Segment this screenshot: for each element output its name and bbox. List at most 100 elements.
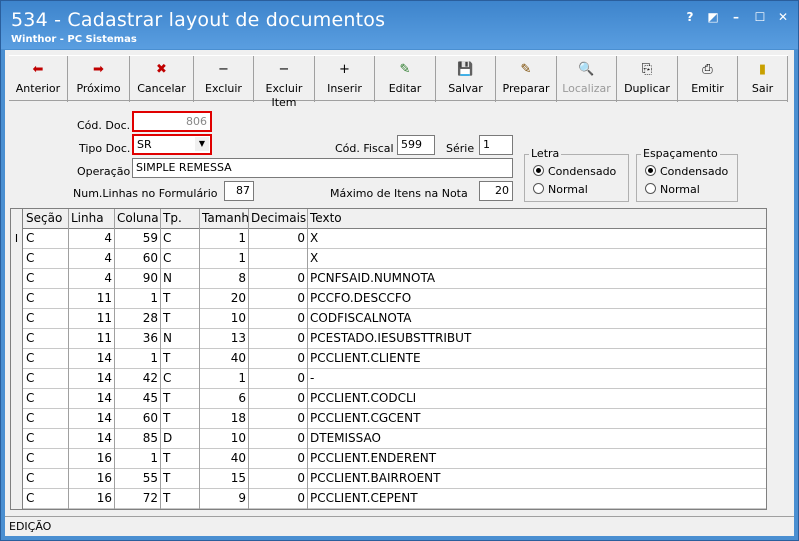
table-cell[interactable]: N bbox=[161, 269, 200, 289]
cod-doc-field[interactable]: 806 bbox=[132, 111, 212, 132]
emitir-button[interactable]: ⎙ Emitir bbox=[678, 56, 738, 102]
table-cell[interactable]: PCCLIENT.ENDERENT bbox=[308, 449, 766, 469]
table-cell[interactable]: C bbox=[24, 369, 69, 389]
table-cell[interactable] bbox=[249, 249, 308, 269]
table-cell[interactable]: T bbox=[161, 349, 200, 369]
table-row[interactable]: C 16 72 T 9 0 PCCLIENT.CEPENT bbox=[11, 489, 766, 509]
table-cell[interactable]: 14 bbox=[69, 409, 115, 429]
table-row[interactable]: C 4 60 C 1 X bbox=[11, 249, 766, 269]
espacamento-normal-radio[interactable]: Normal bbox=[645, 183, 700, 196]
table-cell[interactable]: PCCLIENT.CODCLI bbox=[308, 389, 766, 409]
table-cell[interactable]: 10 bbox=[200, 429, 249, 449]
table-cell[interactable]: 16 bbox=[69, 469, 115, 489]
table-row[interactable]: C 16 55 T 15 0 PCCLIENT.BAIRROENT bbox=[11, 469, 766, 489]
column-header[interactable]: Tp. bbox=[161, 209, 200, 229]
cancelar-button[interactable]: ✖ Cancelar bbox=[130, 56, 194, 102]
table-cell[interactable]: 42 bbox=[115, 369, 161, 389]
table-cell[interactable]: DTEMISSAO bbox=[308, 429, 766, 449]
table-cell[interactable]: X bbox=[308, 229, 766, 249]
table-row[interactable]: C 11 36 N 13 0 PCESTADO.IESUBSTTRIBUT bbox=[11, 329, 766, 349]
column-header[interactable]: Coluna bbox=[115, 209, 161, 229]
table-cell[interactable]: 0 bbox=[249, 429, 308, 449]
table-cell[interactable]: 9 bbox=[200, 489, 249, 509]
table-row[interactable]: C 14 85 D 10 0 DTEMISSAO bbox=[11, 429, 766, 449]
table-cell[interactable]: 14 bbox=[69, 349, 115, 369]
operacao-field[interactable]: SIMPLE REMESSA bbox=[132, 158, 513, 178]
table-cell[interactable]: 40 bbox=[200, 449, 249, 469]
table-cell[interactable]: 28 bbox=[115, 309, 161, 329]
table-cell[interactable]: 59 bbox=[115, 229, 161, 249]
close-icon[interactable]: ✕ bbox=[775, 10, 791, 24]
max-itens-field[interactable]: 20 bbox=[479, 181, 513, 201]
table-cell[interactable]: 90 bbox=[115, 269, 161, 289]
table-cell[interactable]: T bbox=[161, 409, 200, 429]
restore-icon[interactable]: ◩ bbox=[705, 10, 721, 24]
table-cell[interactable]: 1 bbox=[115, 289, 161, 309]
table-cell[interactable]: 0 bbox=[249, 389, 308, 409]
table-cell[interactable]: PCCLIENT.CGCENT bbox=[308, 409, 766, 429]
excluir-item-button[interactable]: − Excluir Item bbox=[254, 56, 315, 109]
table-cell[interactable]: 11 bbox=[69, 289, 115, 309]
table-cell[interactable]: C bbox=[24, 309, 69, 329]
table-cell[interactable]: 45 bbox=[115, 389, 161, 409]
num-linhas-field[interactable]: 87 bbox=[224, 181, 254, 201]
table-cell[interactable]: 11 bbox=[69, 329, 115, 349]
duplicar-button[interactable]: ⎘ Duplicar bbox=[617, 56, 678, 102]
table-row[interactable]: C 16 1 T 40 0 PCCLIENT.ENDERENT bbox=[11, 449, 766, 469]
table-cell[interactable]: D bbox=[161, 429, 200, 449]
letra-normal-radio[interactable]: Normal bbox=[533, 183, 588, 196]
table-cell[interactable]: N bbox=[161, 329, 200, 349]
table-row[interactable]: C 14 45 T 6 0 PCCLIENT.CODCLI bbox=[11, 389, 766, 409]
table-cell[interactable]: 60 bbox=[115, 409, 161, 429]
table-cell[interactable]: 20 bbox=[200, 289, 249, 309]
cod-fiscal-field[interactable]: 599 bbox=[397, 135, 435, 155]
table-cell[interactable]: 10 bbox=[200, 309, 249, 329]
table-row[interactable]: I C 4 59 C 1 0 X bbox=[11, 229, 766, 249]
table-cell[interactable]: 14 bbox=[69, 429, 115, 449]
minimize-icon[interactable]: – bbox=[728, 10, 744, 24]
table-cell[interactable]: 1 bbox=[115, 349, 161, 369]
table-cell[interactable]: PCNFSAID.NUMNOTA bbox=[308, 269, 766, 289]
localizar-button[interactable]: 🔍 Localizar bbox=[557, 56, 617, 102]
inserir-button[interactable]: + Inserir bbox=[315, 56, 375, 102]
table-cell[interactable]: 85 bbox=[115, 429, 161, 449]
table-cell[interactable]: 8 bbox=[200, 269, 249, 289]
serie-field[interactable]: 1 bbox=[479, 135, 513, 155]
table-cell[interactable]: PCCLIENT.CLIENTE bbox=[308, 349, 766, 369]
table-cell[interactable]: T bbox=[161, 309, 200, 329]
table-cell[interactable]: T bbox=[161, 449, 200, 469]
table-cell[interactable]: T bbox=[161, 489, 200, 509]
table-cell[interactable]: C bbox=[24, 249, 69, 269]
table-cell[interactable]: PCCLIENT.BAIRROENT bbox=[308, 469, 766, 489]
table-cell[interactable]: 13 bbox=[200, 329, 249, 349]
table-row[interactable]: C 11 28 T 10 0 CODFISCALNOTA bbox=[11, 309, 766, 329]
table-cell[interactable]: C bbox=[24, 429, 69, 449]
table-cell[interactable]: 18 bbox=[200, 409, 249, 429]
table-cell[interactable]: C bbox=[24, 329, 69, 349]
table-cell[interactable]: CODFISCALNOTA bbox=[308, 309, 766, 329]
table-cell[interactable]: 14 bbox=[69, 369, 115, 389]
table-cell[interactable]: 0 bbox=[249, 229, 308, 249]
table-cell[interactable]: PCCFO.DESCCFO bbox=[308, 289, 766, 309]
table-cell[interactable]: 0 bbox=[249, 349, 308, 369]
column-header[interactable]: Decimais bbox=[249, 209, 308, 229]
column-header[interactable]: Seção bbox=[24, 209, 69, 229]
table-cell[interactable]: C bbox=[24, 489, 69, 509]
table-cell[interactable]: PCESTADO.IESUBSTTRIBUT bbox=[308, 329, 766, 349]
table-cell[interactable]: C bbox=[24, 389, 69, 409]
table-cell[interactable]: 0 bbox=[249, 409, 308, 429]
table-cell[interactable]: C bbox=[161, 369, 200, 389]
table-cell[interactable]: 15 bbox=[200, 469, 249, 489]
table-cell[interactable]: C bbox=[161, 249, 200, 269]
table-row[interactable]: C 4 90 N 8 0 PCNFSAID.NUMNOTA bbox=[11, 269, 766, 289]
table-cell[interactable]: 1 bbox=[200, 229, 249, 249]
table-cell[interactable]: C bbox=[161, 229, 200, 249]
chevron-down-icon[interactable]: ▼ bbox=[195, 137, 209, 151]
salvar-button[interactable]: 💾 Salvar bbox=[436, 56, 496, 102]
table-cell[interactable]: X bbox=[308, 249, 766, 269]
table-cell[interactable]: 4 bbox=[69, 249, 115, 269]
layout-table[interactable]: SeçãoLinhaColunaTp.TamanhoDecimaisTexto … bbox=[10, 208, 767, 510]
table-cell[interactable]: 4 bbox=[69, 269, 115, 289]
espacamento-condensado-radio[interactable]: Condensado bbox=[645, 165, 728, 178]
table-cell[interactable]: 40 bbox=[200, 349, 249, 369]
